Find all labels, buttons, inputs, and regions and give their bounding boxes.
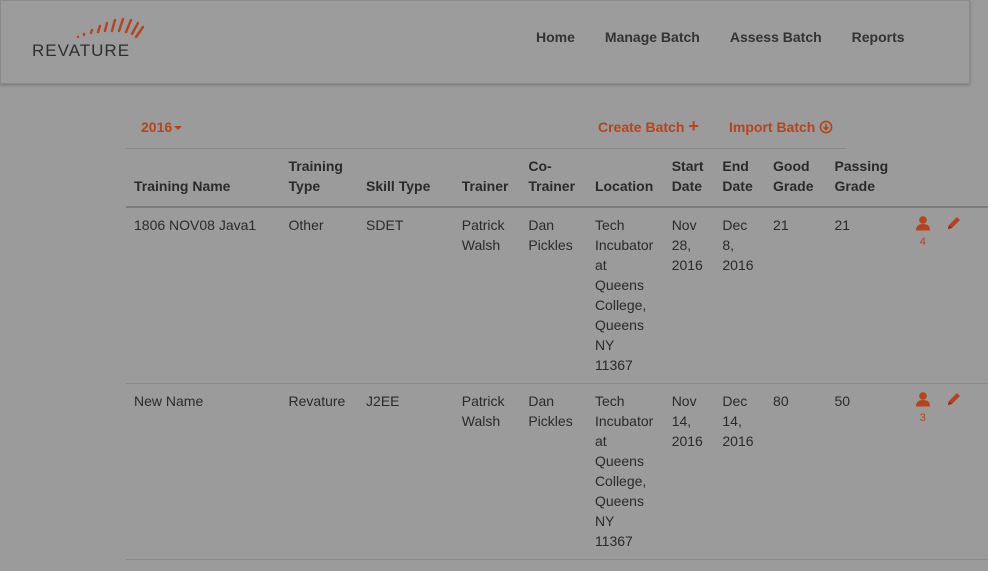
trainee-count: 4 [919,236,926,248]
logo-wordmark: REVATURE [32,41,131,60]
cell-end-date: Dec 14, 2016 [714,383,766,560]
cell-trainer: Patrick Walsh [453,207,521,384]
cell-location: Tech Incubator at Queens College, Queens NY 113… [586,207,664,384]
nav-home[interactable]: Home [536,29,575,45]
create-batch-button[interactable]: Create Batch + [598,116,699,136]
pencil-icon [947,393,960,405]
user-icon [915,392,930,407]
col-location: Location [586,148,664,208]
table-row: New Name Revature J2EE Patrick Walsh Dan P… [126,383,988,560]
circle-arrow-down-icon [819,120,833,134]
plus-icon: + [688,116,699,136]
cell-actions: 3 [903,383,988,560]
col-passing-grade: Passing Grade [826,148,904,208]
top-navbar: REVATURE Home Manage Batch Assess Batch … [0,0,970,84]
cell-skill-type: J2EE [358,383,454,560]
col-training-type: Training Type [280,148,359,208]
col-training-name: Training Name [126,148,281,208]
cell-training-name: 1806 NOV08 Java1 [126,207,281,384]
cell-training-type: Revature [280,383,359,560]
nav-manage-batch[interactable]: Manage Batch [605,29,700,45]
edit-batch-button[interactable] [946,215,962,236]
cell-end-date: Dec 8, 2016 [714,207,766,384]
cell-good-grade: 80 [765,383,827,560]
batch-table: Training Name Training Type Skill Type Tr… [126,148,988,560]
edit-batch-button[interactable] [946,391,962,412]
batch-toolbar: 2016 Create Batch + Import Batch [126,116,846,149]
cell-co-trainer: Dan Pickles [520,383,587,560]
cell-location: Tech Incubator at Queens College, Queens NY 113… [586,383,664,560]
cell-good-grade: 21 [765,207,827,384]
trainee-count: 3 [919,412,926,424]
cell-passing-grade: 21 [826,207,904,384]
cell-start-date: Nov 14, 2016 [663,383,715,560]
col-start-date: Start Date [663,148,715,208]
cell-actions: 4 [903,207,988,384]
cell-start-date: Nov 28, 2016 [663,207,715,384]
create-batch-label: Create Batch [598,119,685,135]
col-co-trainer: Co- Trainer [520,148,587,208]
trainees-button[interactable]: 3 [912,391,934,424]
import-batch-label: Import Batch [729,119,816,135]
cell-trainer: Patrick Walsh [453,383,521,560]
cell-passing-grade: 50 [826,383,904,560]
cell-training-name: New Name [126,383,281,560]
import-batch-button[interactable]: Import Batch [729,119,833,135]
col-end-date: End Date [714,148,766,208]
col-skill-type: Skill Type [358,148,454,208]
revature-logo[interactable]: REVATURE [32,15,167,61]
table-header-row: Training Name Training Type Skill Type Tr… [126,148,988,208]
col-trainer: Trainer [453,148,521,208]
cell-skill-type: SDET [358,207,454,384]
pencil-icon [947,217,960,229]
caret-down-icon [174,126,183,131]
nav-reports[interactable]: Reports [852,29,905,45]
table-row: 1806 NOV08 Java1 Other SDET Patrick Walsh… [126,207,988,384]
nav-assess-batch[interactable]: Assess Batch [730,29,822,45]
col-good-grade: Good Grade [765,148,827,208]
user-icon [915,216,930,231]
main-nav: Home Manage Batch Assess Batch Reports [536,29,935,45]
year-value: 2016 [141,119,173,135]
col-actions [903,148,988,208]
trainees-button[interactable]: 4 [912,215,934,248]
logo-rays-icon [76,17,145,39]
cell-training-type: Other [280,207,359,384]
year-dropdown[interactable]: 2016 [141,119,183,135]
cell-co-trainer: Dan Pickles [520,207,587,384]
